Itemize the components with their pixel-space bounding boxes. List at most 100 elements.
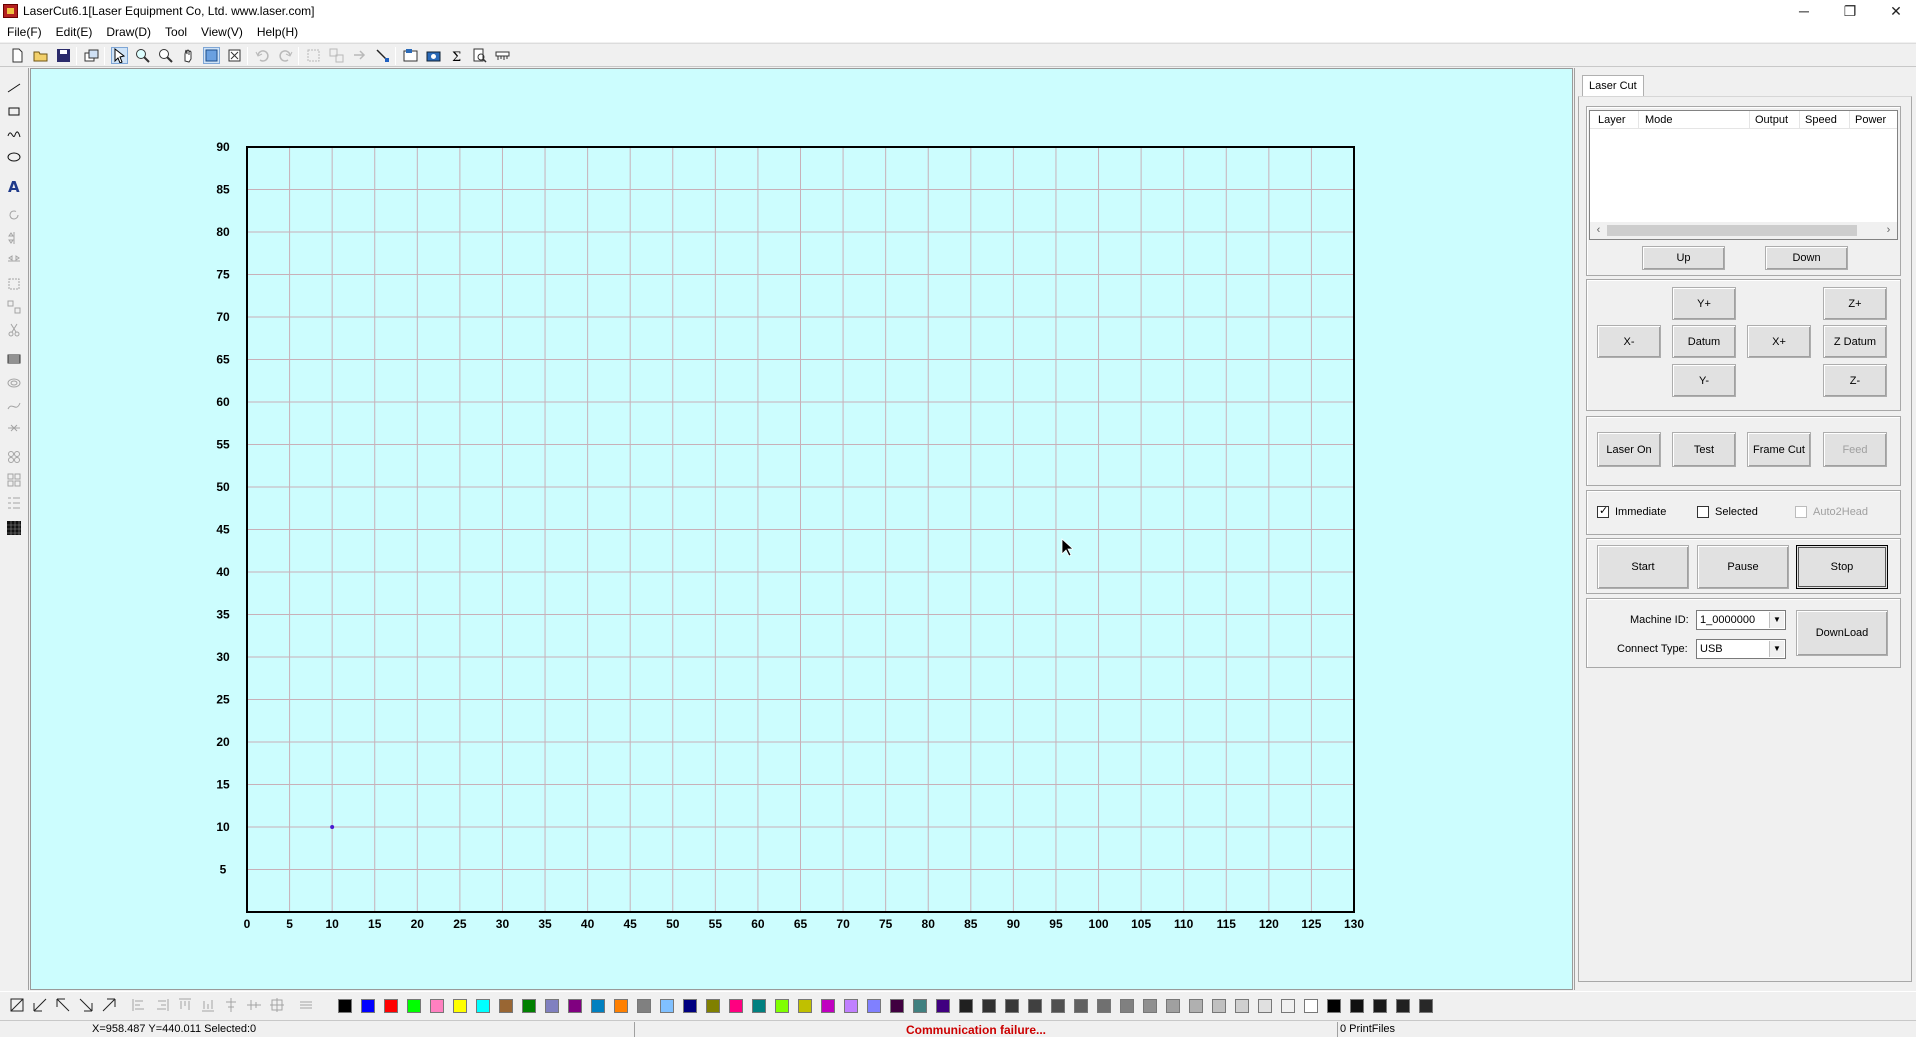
color-swatch[interactable] (407, 999, 421, 1013)
save-icon[interactable] (56, 48, 71, 63)
color-swatch[interactable] (430, 999, 444, 1013)
distribute-icon[interactable] (6, 472, 22, 488)
color-swatch[interactable] (959, 999, 973, 1013)
color-swatch[interactable] (522, 999, 536, 1013)
curve-tool-icon[interactable] (6, 126, 22, 142)
color-swatch[interactable] (591, 999, 605, 1013)
group-icon[interactable] (306, 48, 321, 63)
color-swatch[interactable] (706, 999, 720, 1013)
rotate-icon[interactable] (6, 207, 22, 223)
color-swatch[interactable] (913, 999, 927, 1013)
color-swatch[interactable] (844, 999, 858, 1013)
cut-icon[interactable] (6, 322, 22, 338)
color-swatch[interactable] (1281, 999, 1295, 1013)
z-plus-button[interactable]: Z+ (1823, 287, 1887, 320)
fill-icon[interactable] (6, 351, 22, 367)
align-bottom-right-icon[interactable] (78, 997, 94, 1013)
align-icon[interactable] (6, 495, 22, 511)
array-icon[interactable] (6, 299, 22, 315)
layer-list[interactable]: Layer Mode Output Speed Power ‹ › (1589, 110, 1898, 240)
color-swatch[interactable] (660, 999, 674, 1013)
x-minus-button[interactable]: X- (1597, 325, 1661, 358)
ellipse-tool-icon[interactable] (6, 149, 22, 165)
color-swatch[interactable] (1074, 999, 1088, 1013)
scroll-left-icon[interactable]: ‹ (1591, 223, 1606, 238)
immediate-checkbox[interactable]: Immediate (1597, 504, 1666, 518)
align-bottom-left-icon[interactable] (32, 997, 48, 1013)
color-swatch[interactable] (1189, 999, 1203, 1013)
feed-button[interactable]: Feed (1823, 432, 1887, 467)
color-swatch[interactable] (1143, 999, 1157, 1013)
color-swatch[interactable] (1396, 999, 1410, 1013)
selected-checkbox[interactable]: Selected (1697, 506, 1758, 518)
color-swatch[interactable] (1419, 999, 1433, 1013)
layer-up-button[interactable]: Up (1642, 246, 1725, 270)
color-swatch[interactable] (1120, 999, 1134, 1013)
color-swatch[interactable] (1166, 999, 1180, 1013)
stop-button[interactable]: Stop (1796, 545, 1888, 589)
machine-id-select[interactable]: 1_0000000 ▼ (1696, 610, 1786, 630)
color-swatch[interactable] (982, 999, 996, 1013)
align-top-left-icon[interactable] (55, 997, 71, 1013)
view-page-icon[interactable] (203, 47, 220, 64)
align-top-icon[interactable] (177, 997, 193, 1013)
pause-button[interactable]: Pause (1697, 545, 1789, 589)
open-folder-icon[interactable] (33, 48, 48, 63)
column-layer[interactable]: Layer (1598, 114, 1626, 126)
tab-laser-cut[interactable]: Laser Cut (1582, 75, 1644, 97)
ruler-icon[interactable] (495, 48, 510, 63)
import-icon[interactable] (84, 48, 99, 63)
download-button[interactable]: DownLoad (1796, 610, 1888, 656)
align-left-icon[interactable] (131, 997, 147, 1013)
color-swatch[interactable] (1235, 999, 1249, 1013)
chevron-down-icon[interactable]: ▼ (1769, 641, 1784, 657)
color-swatch[interactable] (476, 999, 490, 1013)
offset-icon[interactable] (6, 374, 22, 390)
column-power[interactable]: Power (1855, 114, 1886, 126)
color-swatch[interactable] (775, 999, 789, 1013)
color-swatch[interactable] (1258, 999, 1272, 1013)
smooth-icon[interactable] (6, 397, 22, 413)
color-swatch[interactable] (568, 999, 582, 1013)
column-output[interactable]: Output (1755, 114, 1788, 126)
scale-icon[interactable] (6, 276, 22, 292)
node-edit-icon[interactable] (375, 48, 390, 63)
color-swatch[interactable] (499, 999, 513, 1013)
menu-tool[interactable]: Tool (158, 22, 194, 39)
undo-icon[interactable] (255, 48, 270, 63)
parameter-icon[interactable] (403, 48, 418, 63)
select-icon[interactable] (111, 47, 128, 64)
scroll-right-icon[interactable]: › (1881, 223, 1896, 238)
menu-view[interactable]: View(V) (194, 22, 250, 39)
align-top-right-icon[interactable] (101, 997, 117, 1013)
mirror-vertical-icon[interactable] (6, 230, 22, 246)
color-swatch[interactable] (683, 999, 697, 1013)
minimize-button[interactable]: ─ (1781, 0, 1827, 22)
pan-hand-icon[interactable] (181, 48, 196, 63)
color-swatch[interactable] (453, 999, 467, 1013)
bitmap-icon[interactable] (6, 449, 22, 465)
color-swatch[interactable] (1350, 999, 1364, 1013)
z-minus-button[interactable]: Z- (1823, 364, 1887, 397)
color-swatch[interactable] (1304, 999, 1318, 1013)
zoom-fit-icon[interactable] (158, 48, 173, 63)
color-swatch[interactable] (637, 999, 651, 1013)
layer-order-icon[interactable] (298, 997, 314, 1013)
zoom-in-icon[interactable] (135, 48, 150, 63)
redo-icon[interactable] (278, 48, 293, 63)
mirror-horizontal-icon[interactable] (6, 253, 22, 269)
maximize-button[interactable]: ❐ (1827, 0, 1873, 22)
chevron-down-icon[interactable]: ▼ (1769, 612, 1784, 628)
menu-file[interactable]: File(F) (0, 22, 49, 39)
color-swatch[interactable] (1028, 999, 1042, 1013)
close-button[interactable]: ✕ (1873, 0, 1916, 22)
menu-edit[interactable]: Edit(E) (49, 22, 100, 39)
color-swatch[interactable] (1212, 999, 1226, 1013)
sum-icon[interactable]: Σ (449, 48, 464, 63)
center-icon[interactable] (269, 997, 285, 1013)
color-swatch[interactable] (729, 999, 743, 1013)
color-swatch[interactable] (384, 999, 398, 1013)
color-swatch[interactable] (1097, 999, 1111, 1013)
connect-type-select[interactable]: USB ▼ (1696, 639, 1786, 659)
y-plus-button[interactable]: Y+ (1672, 287, 1736, 320)
